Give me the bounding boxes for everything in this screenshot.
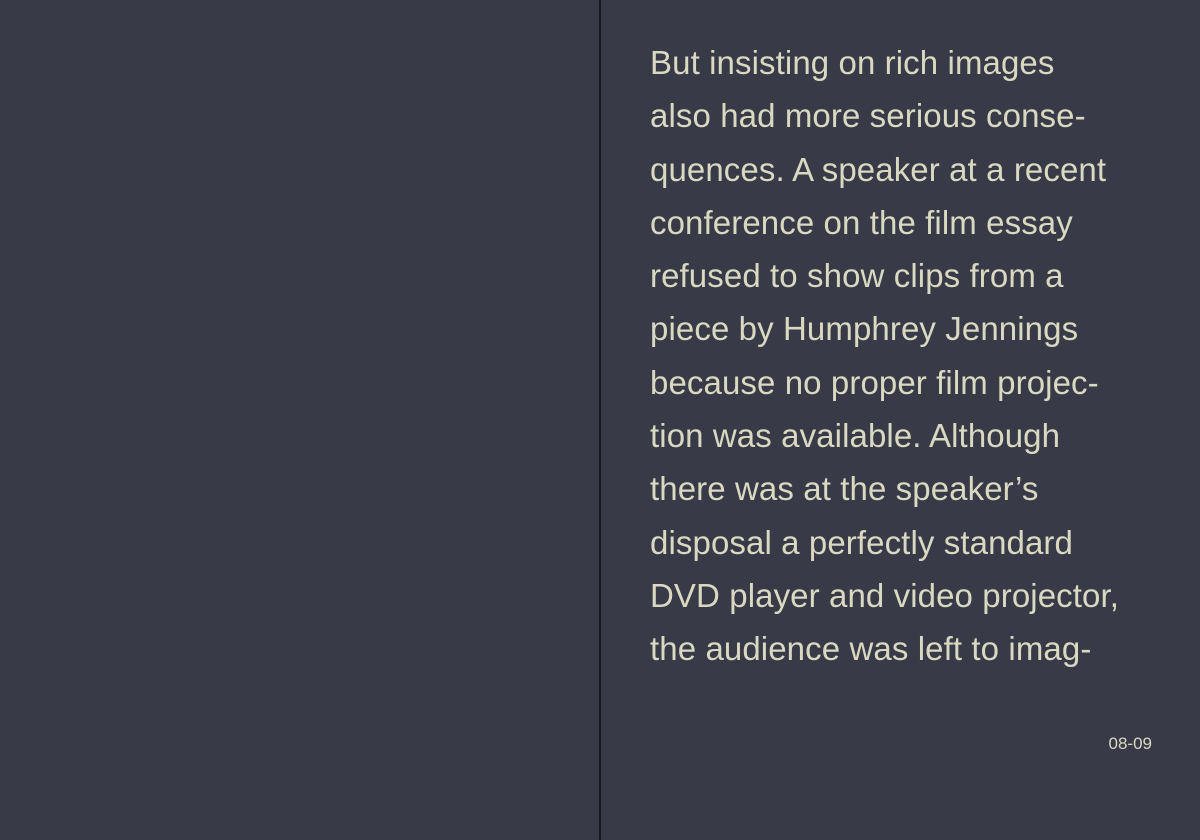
text-line: But insisting on rich images (650, 44, 1055, 81)
left-page (0, 0, 599, 840)
text-line: tion was available. Although (650, 417, 1061, 455)
text-line: piece by Humphrey Jennings (650, 310, 1079, 348)
text-line: also had more serious conse- (650, 97, 1086, 135)
text-line: DVD player and video projector, (650, 576, 1120, 614)
page-number: 08-09 (1108, 734, 1152, 753)
text-line: quences. A speaker at a recent (650, 150, 1107, 188)
text-line: conference on the film essay (650, 203, 1073, 241)
right-page: But insisting on rich images also had mo… (601, 0, 1200, 840)
text-line: because no proper film projec- (650, 363, 1099, 401)
body-paragraph: But insisting on rich images also had mo… (650, 36, 1170, 676)
book-spread: But insisting on rich images also had mo… (0, 0, 1200, 840)
text-line: the audience was left to imag- (650, 630, 1092, 668)
text-line: refused to show clips from a (650, 257, 1064, 295)
text-line: there was at the speaker’s (650, 470, 1039, 508)
text-line: disposal a perfectly standard (650, 523, 1073, 561)
